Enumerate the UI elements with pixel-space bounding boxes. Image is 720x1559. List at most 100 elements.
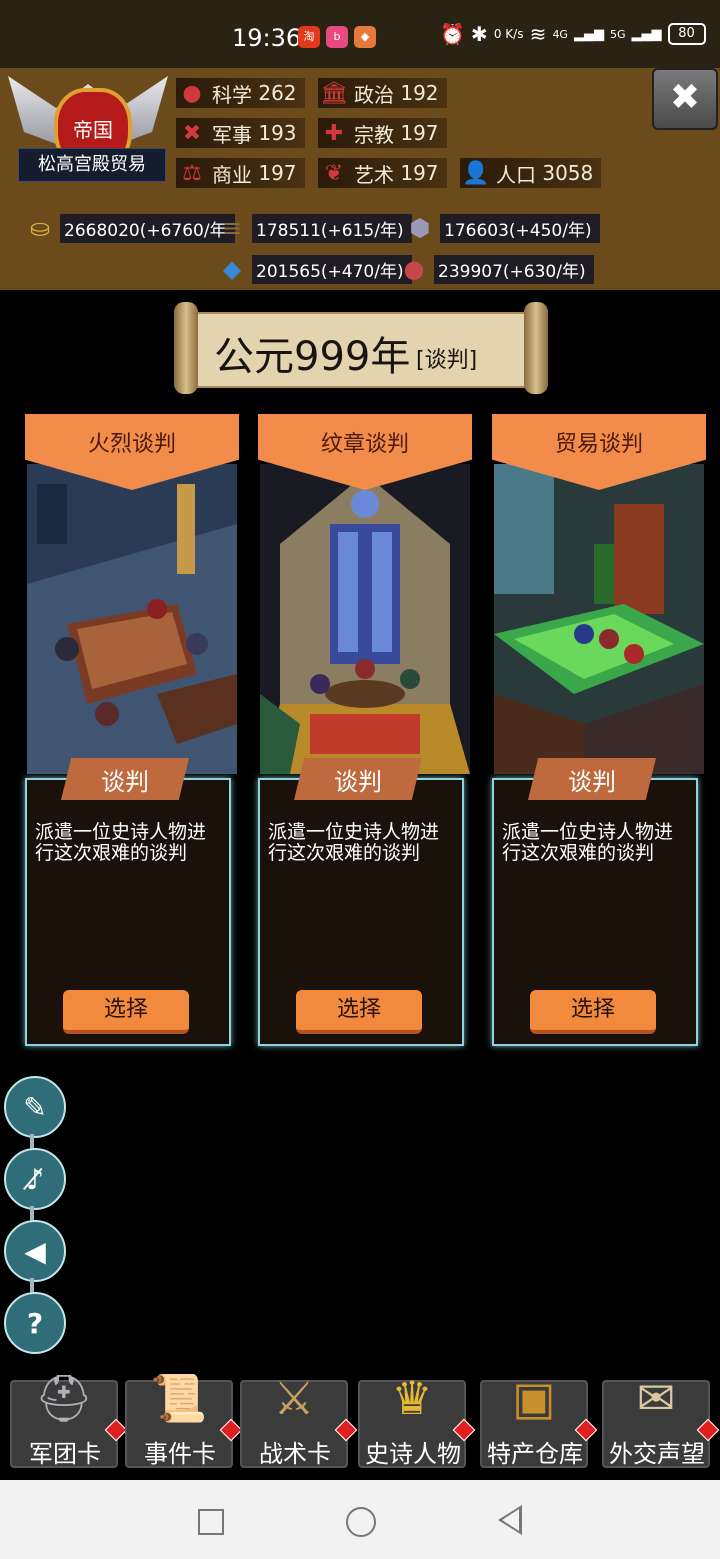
card-illustration [494, 464, 704, 774]
help-button[interactable]: ? [4, 1292, 66, 1354]
nav-label: 特产仓库 [487, 1440, 583, 1468]
stat-label: 人口 [496, 162, 536, 187]
sound-button[interactable]: ◀ [4, 1220, 66, 1282]
stat-commerce: ⚖ 商业 197 [176, 158, 305, 188]
resource-value: 178511(+615/年) [252, 213, 412, 243]
crossed-swords-icon: ✖ [182, 120, 202, 146]
card-illustration [260, 464, 470, 774]
nav-event-cards[interactable]: 📜 事件卡 [125, 1371, 243, 1468]
system-navigation-bar [0, 1480, 720, 1559]
resource-value: 201565(+470/年) [252, 254, 412, 284]
stat-label: 军事 [212, 122, 252, 147]
home-icon[interactable] [346, 1507, 376, 1537]
app-notification-icon: ◆ [354, 26, 376, 48]
treasure-chest-icon: ▣ [512, 1371, 556, 1425]
planet-icon: ● [182, 80, 202, 106]
card-tag: 谈判 [568, 768, 616, 796]
nav-label: 战术卡 [259, 1440, 331, 1468]
card-title: 贸易谈判 [554, 432, 643, 457]
status-bar: 19:36 淘 b ◆ ⏰ ✱ 0 K/s ≋ 4G ▂▄▆ 5G ▂▄▆ 80 [0, 0, 720, 68]
gold-coins-icon: ⛀ [29, 214, 51, 242]
scales-icon: ⚖ [182, 160, 202, 186]
select-button[interactable]: 选择 [296, 990, 422, 1034]
book-quill-button[interactable]: ✎ [4, 1076, 66, 1138]
wifi-icon: ≋ [529, 22, 547, 46]
select-button[interactable]: 选择 [63, 990, 189, 1034]
resource-stone: ⬢ 176603(+450/年) [400, 212, 600, 244]
empire-emblem[interactable]: 帝国 松高宫殿贸易 [8, 70, 168, 188]
lotus-icon: ❦ [324, 160, 344, 186]
nav-label: 史诗人物 [365, 1440, 461, 1468]
signal-5g: 5G [609, 27, 626, 41]
status-app-icons: 淘 b ◆ [298, 26, 376, 48]
card-tag: 谈判 [334, 768, 382, 796]
stat-value: 197 [258, 161, 297, 185]
nav-tactic-cards[interactable]: ⚔ 战术卡 [240, 1371, 358, 1468]
card-tag: 谈判 [101, 768, 149, 796]
empire-name: 松高宫殿贸易 [18, 148, 166, 182]
close-button[interactable]: ✖ [652, 68, 718, 130]
iron-ore-icon: ◆ [222, 255, 242, 283]
speaker-icon: ◀ [24, 1234, 46, 1268]
stat-label: 艺术 [354, 162, 394, 187]
back-icon[interactable] [498, 1505, 522, 1535]
meat-icon: ● [403, 255, 425, 283]
card-title: 火烈谈判 [87, 432, 176, 457]
crown-icon: ♛ [391, 1371, 433, 1425]
bilibili-icon: b [326, 26, 348, 48]
event-type-tag: [谈判] [416, 348, 478, 373]
year-banner: 公元999年 [谈判] [174, 302, 548, 394]
nav-epic-characters[interactable]: ♛ 史诗人物 [358, 1371, 476, 1468]
nav-diplomatic-prestige[interactable]: ✉ 外交声望 [602, 1371, 720, 1468]
emblem-label: 帝国 [73, 118, 113, 142]
cross-icon: ✚ [324, 120, 344, 146]
alarm-icon: ⏰ [440, 22, 465, 46]
card-description: 派遣一位史诗人物进行这次艰难的谈判 [35, 821, 207, 864]
music-off-icon: ♪̸ [26, 1162, 44, 1196]
negotiation-card-1[interactable]: 火烈谈判 谈判 派遣一位史诗人物进行这次艰难的谈判 选择 [25, 414, 239, 1046]
resource-value: 239907(+630/年) [434, 254, 594, 284]
negotiation-card-3[interactable]: 贸易谈判 谈判 派遣一位史诗人物进行这次艰难的谈判 选择 [492, 414, 706, 1046]
nav-legion-cards[interactable]: ⛑ 军团卡 [10, 1371, 128, 1468]
year-text: 公元999年 [214, 334, 411, 380]
net-speed: 0 K/s [493, 27, 524, 41]
wood-logs-icon: ≡ [221, 214, 243, 242]
nav-label: 军团卡 [29, 1440, 101, 1468]
close-icon: ✖ [669, 77, 701, 118]
negotiation-card-2[interactable]: 纹章谈判 谈判 派遣一位史诗人物进行这次艰难的谈判 选择 [258, 414, 472, 1046]
stat-military: ✖ 军事 193 [176, 118, 305, 148]
signal-4g: 4G [552, 27, 568, 41]
stat-religion: ✚ 宗教 197 [318, 118, 447, 148]
stat-politics: 🏛 政治 192 [318, 78, 447, 108]
stat-population: 👤 人口 3058 [460, 158, 602, 188]
temple-icon: 🏛 [320, 80, 348, 106]
help-icon: ? [26, 1306, 44, 1340]
stat-label: 科学 [212, 82, 252, 107]
nav-specialty-warehouse[interactable]: ▣ 特产仓库 [480, 1371, 598, 1468]
bluetooth-icon: ✱ [470, 22, 488, 46]
resource-meat: ● 239907(+630/年) [394, 253, 594, 285]
stone-icon: ⬢ [409, 214, 431, 242]
signal-bars-icon: ▂▄▆ [573, 26, 604, 42]
resource-value: 176603(+450/年) [440, 213, 600, 243]
stat-value: 197 [400, 161, 439, 185]
select-button[interactable]: 选择 [530, 990, 656, 1034]
recent-apps-icon[interactable] [198, 1509, 224, 1535]
helmet-icon: ⛑ [34, 1370, 94, 1425]
music-off-button[interactable]: ♪̸ [4, 1148, 66, 1210]
bottom-navigation: ⛑ 军团卡 📜 事件卡 ⚔ 战术卡 ♛ 史诗人物 ▣ 特产仓库 ✉ 外交声望 [0, 1362, 720, 1468]
status-right: ⏰ ✱ 0 K/s ≋ 4G ▂▄▆ 5G ▂▄▆ 80 [440, 22, 706, 46]
scroll-roll-right [524, 302, 548, 394]
shield-swords-icon: ⚔ [273, 1371, 315, 1425]
stat-label: 宗教 [354, 122, 394, 147]
card-illustration [27, 464, 237, 774]
nav-label: 外交声望 [609, 1440, 705, 1468]
stat-value: 3058 [542, 161, 594, 185]
status-time: 19:36 [232, 24, 302, 52]
stat-value: 262 [258, 81, 297, 105]
scroll-roll-left [174, 302, 198, 394]
stat-value: 197 [400, 121, 439, 145]
scroll-icon: 📜 [150, 1370, 208, 1425]
envelope-icon: ✉ [636, 1371, 676, 1425]
signal-bars-icon-2: ▂▄▆ [631, 26, 662, 42]
